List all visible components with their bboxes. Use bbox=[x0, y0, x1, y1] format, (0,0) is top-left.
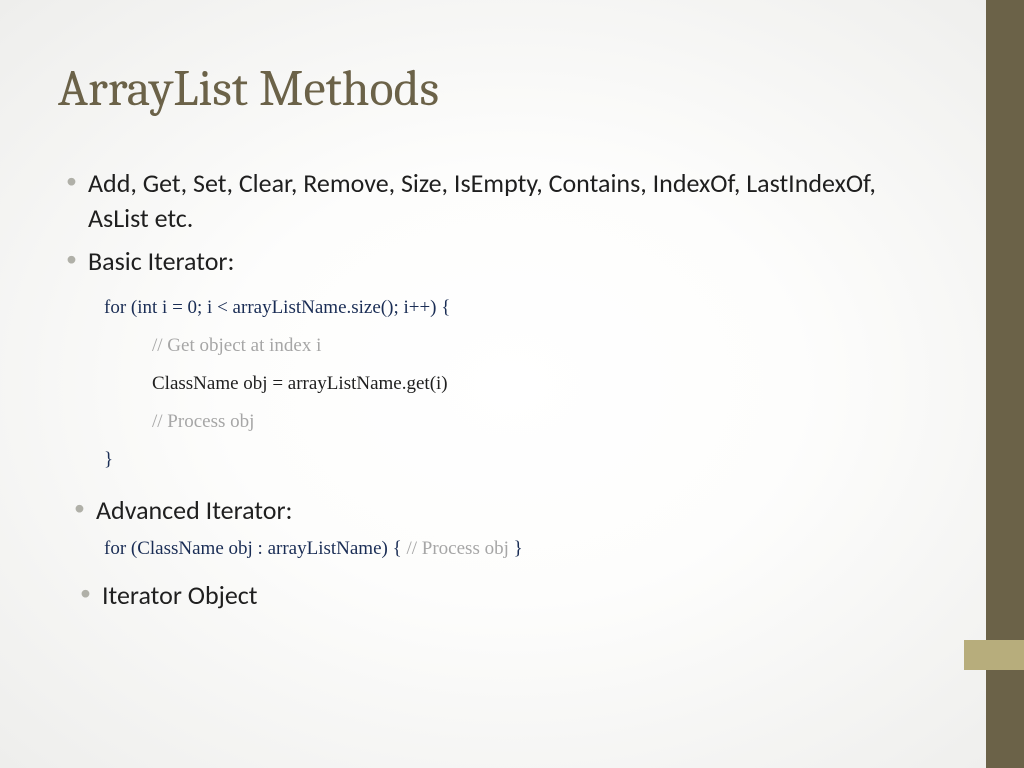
code-part: } bbox=[514, 538, 523, 559]
slide-title: ArrayList Methods bbox=[58, 60, 920, 118]
slide-content: ArrayList Methods Add, Get, Set, Clear, … bbox=[0, 0, 960, 768]
code-line: } bbox=[104, 441, 920, 479]
code-comment: // Get object at index i bbox=[104, 327, 920, 365]
bullet-3: Advanced Iterator: bbox=[58, 493, 920, 528]
decor-accent-block bbox=[964, 640, 1024, 670]
bullet-list: Advanced Iterator: bbox=[58, 493, 920, 528]
code-block-advanced-iterator: for (ClassName obj : arrayListName) { //… bbox=[104, 538, 920, 560]
code-block-basic-iterator: for (int i = 0; i < arrayListName.size()… bbox=[104, 289, 920, 479]
bullet-4: Iterator Object bbox=[58, 578, 920, 613]
code-line: ClassName obj = arrayListName.get(i) bbox=[104, 365, 920, 403]
bullet-1: Add, Get, Set, Clear, Remove, Size, IsEm… bbox=[58, 166, 920, 236]
code-comment: // Process obj bbox=[104, 403, 920, 441]
code-comment: // Process obj bbox=[406, 538, 513, 559]
code-part: for (ClassName obj : arrayListName) { bbox=[104, 538, 406, 559]
bullet-list: Iterator Object bbox=[58, 578, 920, 613]
code-line: for (int i = 0; i < arrayListName.size()… bbox=[104, 289, 920, 327]
bullet-2: Basic Iterator: bbox=[58, 244, 920, 279]
bullet-list: Add, Get, Set, Clear, Remove, Size, IsEm… bbox=[58, 166, 920, 279]
